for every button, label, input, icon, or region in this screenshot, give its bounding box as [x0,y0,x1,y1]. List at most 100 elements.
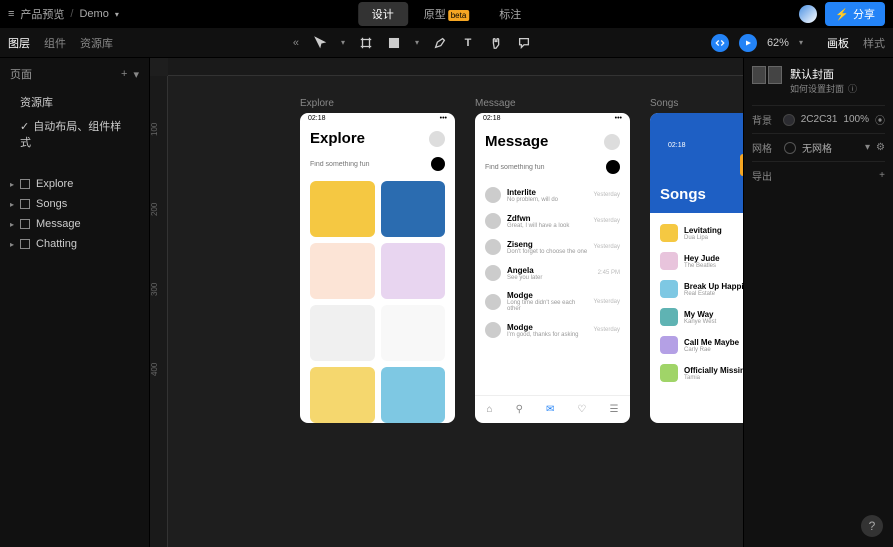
message-row: ModgeLong time didn't see each otherYest… [485,286,620,317]
tab-prototype[interactable]: 原型beta [410,2,484,26]
settings-icon[interactable]: ⚙ [876,142,885,153]
chevron-down-icon[interactable]: ▾ [133,68,139,81]
bg-label: 背景 [752,112,777,127]
sidebar-tab-layers[interactable]: 图层 [8,35,30,51]
grid-swatch[interactable] [784,142,796,154]
frame-label[interactable]: Explore [300,98,455,109]
bottom-nav: ⌂⚲✉♡☰ [475,395,630,423]
info-icon: ⓘ [848,82,857,95]
tile [381,181,446,237]
status-time: 02:18 [308,115,326,122]
ruler-vertical: 100200300400 [150,76,168,547]
cover-thumbnails[interactable] [752,66,782,84]
status-icons: ••• [615,115,622,125]
page-title: Message [485,133,548,150]
grid-label: 网格 [752,140,778,155]
play-button[interactable] [739,34,757,52]
sidebar-tab-components[interactable]: 组件 [44,35,66,51]
user-avatar[interactable] [799,5,817,23]
toolbar: 图层 组件 资源库 « ▾ ▾ T 62% ▾ 画板 样式 [0,28,893,58]
message-row: ZisengDon't forget to choose the oneYest… [485,234,620,260]
layer-item[interactable]: ▸Explore [0,174,149,194]
tile [310,243,375,299]
message-row: AngelaSee you later2:45 PM [485,260,620,286]
left-sidebar: 页面 + ▾ 资源库 自动布局、组件样式 ▸Explore▸Songs▸Messa… [0,58,150,547]
avatar [604,134,620,150]
share-button[interactable]: ⚡分享 [825,2,885,26]
tab-design[interactable]: 设计 [358,2,408,26]
search-icon [431,157,445,171]
chevron-down-icon[interactable]: ▾ [341,38,345,47]
tile [381,305,446,361]
hero-image [740,154,743,176]
layer-item[interactable]: ▸Chatting [0,234,149,254]
inspector-tab-page[interactable]: 画板 [827,35,849,51]
song-row: My WayKanye West [660,303,743,331]
layer-item[interactable]: ▸Message [0,214,149,234]
tile [381,243,446,299]
chevron-down-icon[interactable]: ▾ [115,10,119,19]
rectangle-tool-icon[interactable] [387,36,401,50]
avatar [429,131,445,147]
tile [381,367,446,423]
help-button[interactable]: ? [861,515,883,537]
page-item-autolayout[interactable]: 自动布局、组件样式 [0,114,149,154]
pages-section-title: 页面 [10,66,32,82]
message-row: ZdfwnGreat, I will have a lookYesterday [485,208,620,234]
song-row: Call Me MaybeCarly Rae [660,331,743,359]
page-title: Songs [660,186,743,203]
mode-tabs: 设计 原型beta 标注 [358,2,536,26]
message-row: InterliteNo problem, will doYesterday [485,182,620,208]
chevron-down-icon[interactable]: ▾ [799,38,803,47]
frame-message[interactable]: 02:18 ••• Message InterliteNo problem, wi… [475,113,630,423]
cover-help-link[interactable]: 如何设置封面ⓘ [790,82,857,95]
breadcrumb-root[interactable]: 产品预览 [20,6,64,22]
frame-tool-icon[interactable] [359,36,373,50]
chevron-down-icon[interactable]: ▾ [865,142,870,153]
page-item-assets[interactable]: 资源库 [0,90,149,114]
canvas[interactable]: 100200300400 Explore 02:18••• Explore ⌂⚲… [150,58,743,547]
grid-value[interactable]: 无网格 [802,140,859,155]
status-time: 02:18 [668,142,686,152]
tile [310,367,375,423]
frame-label[interactable]: Songs [650,98,743,109]
comment-tool-icon[interactable] [517,36,531,50]
eyedropper-icon[interactable]: ⦿ [875,112,885,127]
frame-label[interactable]: Message [475,98,630,109]
move-tool-icon[interactable] [313,36,327,50]
menu-icon[interactable]: ≡ [8,8,14,20]
pen-tool-icon[interactable] [433,36,447,50]
layer-item[interactable]: ▸Songs [0,194,149,214]
add-page-icon[interactable]: + [121,68,127,81]
frame-explore[interactable]: 02:18••• Explore ⌂⚲◉♡≡ [300,113,455,423]
inspector-tab-style[interactable]: 样式 [863,35,885,51]
export-label: 导出 [752,168,778,183]
message-row: ModgeI'm good, thanks for askingYesterda… [485,317,620,343]
chevron-down-icon[interactable]: ▾ [415,38,419,47]
sidebar-collapse-icon[interactable]: « [293,37,299,49]
tile [310,305,375,361]
add-export-icon[interactable]: + [879,170,885,181]
bg-swatch[interactable] [783,114,795,126]
bg-opacity[interactable]: 100% [843,114,869,125]
hand-tool-icon[interactable] [489,36,503,50]
song-row: Break Up HappilyReal Estate [660,275,743,303]
project-name[interactable]: Demo [79,8,108,20]
song-row: Officially Missing YouTamia [660,359,743,387]
title-bar: ≡ 产品预览 / Demo ▾ 设计 原型beta 标注 ⚡分享 [0,0,893,28]
breadcrumb[interactable]: ≡ 产品预览 / Demo ▾ [8,6,119,22]
search-input [310,161,425,168]
song-row: LevitatingDua Lipa [660,219,743,247]
bg-color-value[interactable]: 2C2C31 [801,114,838,125]
status-icons: ••• [440,115,447,122]
text-tool-icon[interactable]: T [461,36,475,50]
song-row: Hey JudeThe Beatles [660,247,743,275]
frame-songs[interactable]: 02:18 Songs LevitatingDua LipaHey JudeTh… [650,113,743,423]
zoom-level[interactable]: 62% [767,37,789,49]
tab-annotate[interactable]: 标注 [485,2,535,26]
dev-mode-button[interactable] [711,34,729,52]
status-time: 02:18 [483,115,501,125]
sidebar-tab-assets[interactable]: 资源库 [80,35,113,51]
share-icon: ⚡ [835,8,849,21]
search-icon [606,160,620,174]
